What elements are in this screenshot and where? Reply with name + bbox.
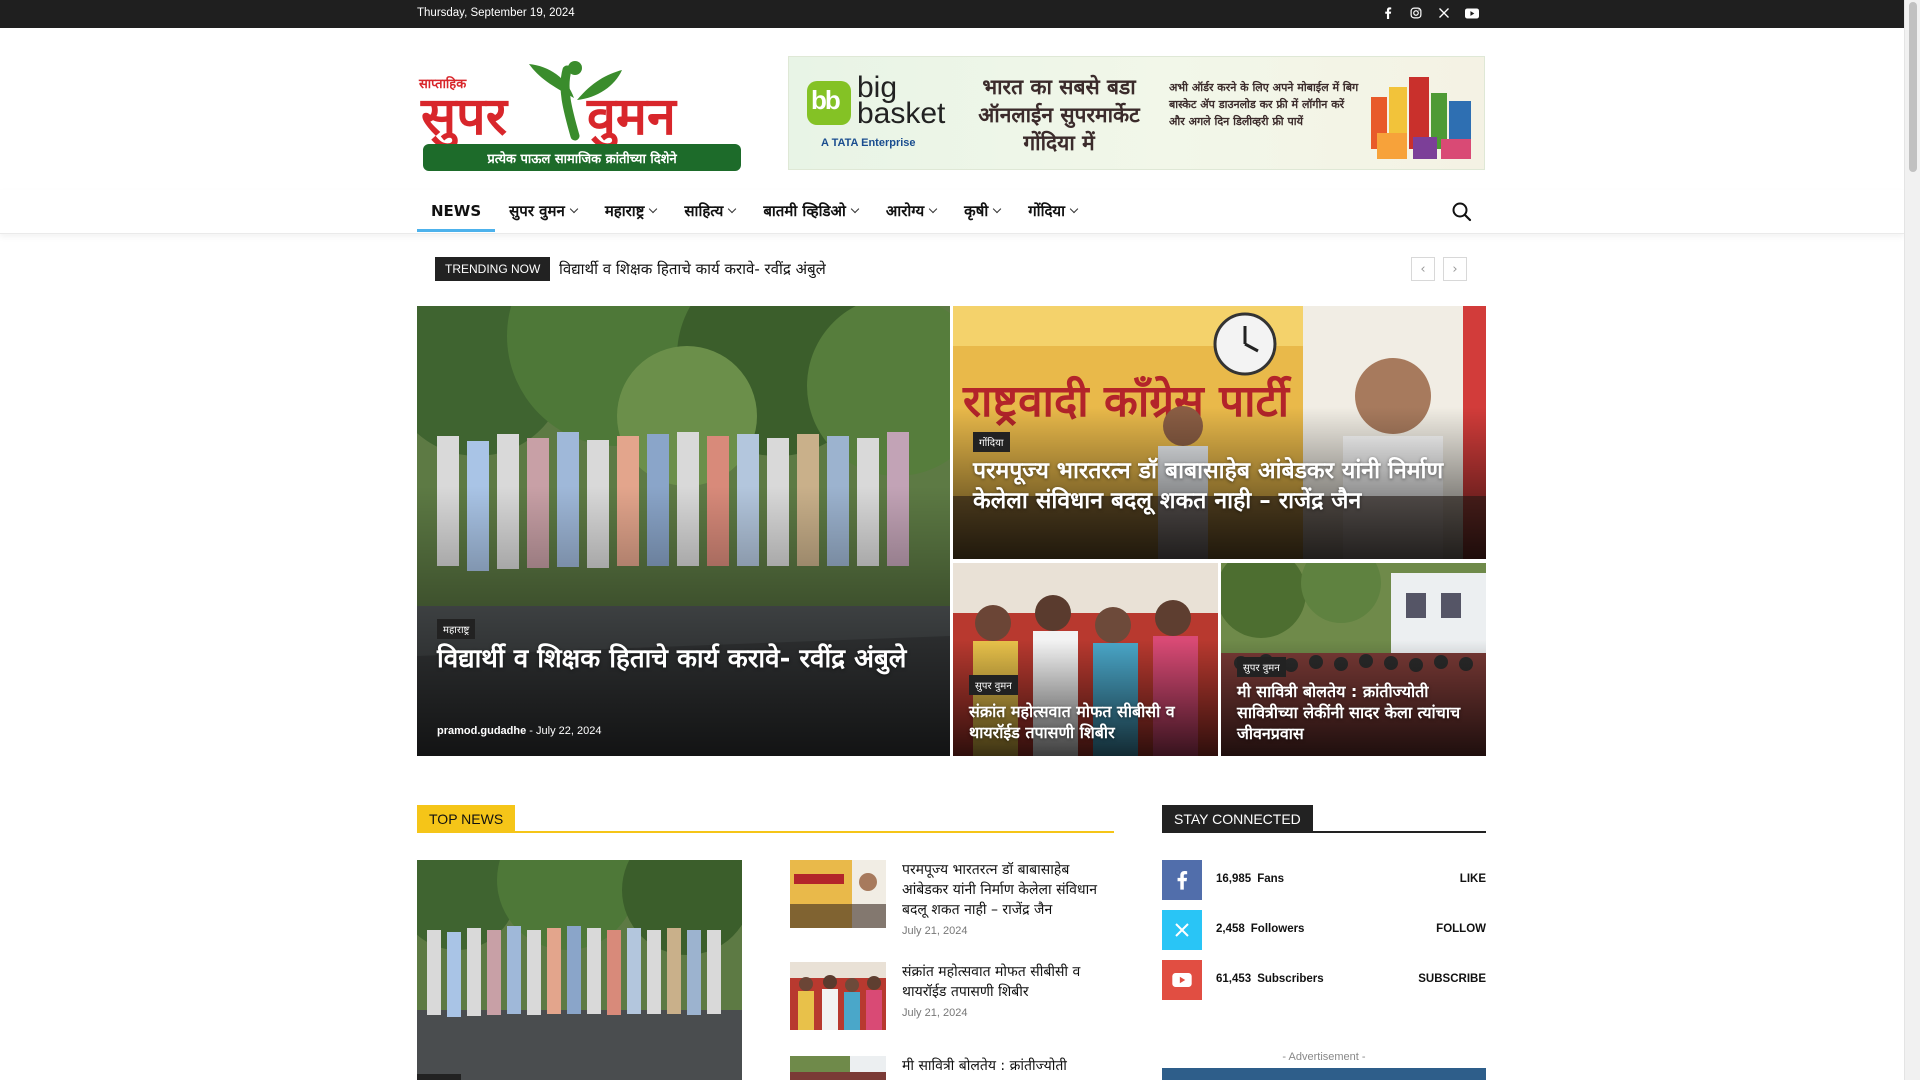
sidebar-ad[interactable] — [1162, 1068, 1486, 1080]
nav-item-agriculture[interactable]: कृषी — [950, 190, 1014, 232]
publish-date: July 22, 2024 — [536, 725, 602, 737]
article-date: July 21, 2024 — [902, 1007, 968, 1019]
bigbasket-logo-mark: bb — [807, 81, 851, 125]
social-row-youtube: 61,453 Subscribers SUBSCRIBE — [1162, 960, 1486, 1000]
chevron-down-icon — [728, 204, 737, 214]
image-overlay — [417, 486, 950, 756]
facebook-icon[interactable] — [1380, 5, 1396, 21]
article-thumbnail[interactable] — [790, 962, 886, 1030]
like-button[interactable]: LIKE — [1460, 873, 1486, 885]
social-row-facebook: 16,985 Fans LIKE — [1162, 860, 1486, 900]
featured-bottom-right-title[interactable]: मी सावित्री बोलतेय : क्रांतीज्योती सावित… — [1237, 681, 1477, 744]
x-count: 2,458 Followers — [1216, 923, 1305, 935]
logo-tagline: प्रत्येक पाऊल सामाजिक क्रांतीच्या दिशेने — [486, 151, 677, 167]
top-news-lead-photo — [417, 860, 742, 1080]
chevron-down-icon — [992, 204, 1002, 214]
advertisement-label: - Advertisement - — [1282, 1051, 1366, 1063]
nav-item-maharashtra[interactable]: महाराष्ट्र — [591, 190, 671, 232]
logo-word-left: सुपर — [420, 87, 509, 149]
x-icon[interactable] — [1436, 5, 1452, 21]
chevron-down-icon — [1069, 204, 1079, 214]
scrollbar-thumb[interactable] — [1909, 2, 1917, 172]
grocery-products-image — [1371, 77, 1471, 159]
article-title[interactable]: संक्रांत महोत्सवात मोफत सीबीसी व थायरॉईड… — [902, 962, 1114, 1002]
logo-word-right: वुमन — [586, 87, 678, 149]
featured-main-title[interactable]: विद्यार्थी व शिक्षक हिताचे कार्य करावे- … — [437, 642, 917, 676]
nav-item-gondia[interactable]: गोंदिया — [1014, 190, 1091, 232]
featured-main-article[interactable]: महाराष्ट्र विद्यार्थी व शिक्षक हिताचे का… — [417, 306, 950, 756]
youtube-icon[interactable] — [1162, 960, 1202, 1000]
stay-connected-title: STAY CONNECTED — [1162, 805, 1313, 833]
youtube-icon[interactable] — [1464, 5, 1480, 21]
facebook-icon[interactable] — [1162, 860, 1202, 900]
category-badge[interactable]: सुपर वुमन — [969, 675, 1018, 695]
article-title[interactable]: परमपूज्य भारतरत्न डॉ बाबासाहेब आंबेडकर य… — [902, 860, 1114, 920]
nav-menu: NEWS सुपर वुमन महाराष्ट्र साहित्य बातमी … — [417, 190, 1091, 232]
article-thumbnail[interactable] — [790, 860, 886, 928]
brand-subtitle: A TATA Enterprise — [821, 137, 916, 149]
list-item: संक्रांत महोत्सवात मोफत सीबीसी व थायरॉईड… — [790, 962, 1114, 1042]
nav-item-health[interactable]: आरोग्य — [872, 190, 950, 232]
chevron-down-icon — [928, 204, 938, 214]
youtube-count: 61,453 Subscribers — [1216, 973, 1324, 985]
header-ad-banner[interactable]: bb big basket A TATA Enterprise भारत का … — [788, 56, 1485, 170]
bigbasket-brand-name: big basket — [857, 71, 946, 130]
top-news-title: TOP NEWS — [417, 805, 516, 833]
follow-button[interactable]: FOLLOW — [1436, 923, 1486, 935]
top-bar: Thursday, September 19, 2024 — [0, 0, 1904, 28]
instagram-icon[interactable] — [1408, 5, 1424, 21]
trending-label: TRENDING NOW — [435, 257, 551, 281]
trending-prev-button[interactable]: ‹ — [1411, 257, 1435, 281]
article-thumbnail[interactable] — [790, 1056, 886, 1080]
featured-top-right-title[interactable]: परमपूज्य भारतरत्न डॉ बाबासाहेब आंबेडकर य… — [973, 456, 1453, 516]
current-date: Thursday, September 19, 2024 — [417, 7, 575, 19]
ad-subtext: अभी ऑर्डर करने के लिए अपने मोबाईल में बि… — [1169, 81, 1359, 128]
chevron-down-icon — [850, 204, 860, 214]
article-date: July 21, 2024 — [902, 925, 968, 937]
category-badge[interactable]: गोंदिया — [973, 432, 1010, 452]
trending-next-button[interactable]: › — [1443, 257, 1467, 281]
featured-bottom-left-title[interactable]: संक्रांत महोत्सवात मोफत सीबीसी व थायरॉईड… — [969, 701, 1209, 743]
page-scrollbar[interactable] — [1904, 0, 1920, 1080]
trending-headline[interactable]: विद्यार्थी व शिक्षक हिताचे कार्य करावे- … — [559, 259, 826, 279]
article-title[interactable]: मी सावित्री बोलतेय : क्रांतीज्योती — [902, 1056, 1114, 1076]
main-nav: NEWS सुपर वुमन महाराष्ट्र साहित्य बातमी … — [0, 190, 1904, 234]
list-item: मी सावित्री बोलतेय : क्रांतीज्योती — [790, 1056, 1114, 1080]
top-news-header: TOP NEWS — [417, 805, 1114, 833]
x-icon[interactable] — [1162, 910, 1202, 950]
ad-headline: भारत का सबसे बडा ऑनलाईन सुपरमार्केट गोंद… — [978, 75, 1140, 155]
featured-bottom-right-article[interactable]: सुपर वुमन मी सावित्री बोलतेय : क्रांतीज्… — [1221, 563, 1486, 756]
social-row-x: 2,458 Followers FOLLOW — [1162, 910, 1486, 950]
search-icon[interactable] — [1451, 201, 1473, 223]
category-badge[interactable]: सुपर वुमन — [1237, 657, 1286, 677]
stay-connected-header: STAY CONNECTED — [1162, 805, 1486, 833]
chevron-down-icon — [569, 204, 579, 214]
category-badge[interactable]: महाराष्ट्र — [437, 619, 476, 639]
nav-item-news[interactable]: NEWS — [417, 190, 496, 232]
featured-bottom-left-article[interactable]: सुपर वुमन संक्रांत महोत्सवात मोफत सीबीसी… — [953, 563, 1218, 756]
author-name[interactable]: pramod.gudadhe — [437, 725, 526, 737]
top-news-lead-image[interactable] — [417, 860, 742, 1080]
site-logo[interactable]: साप्ताहिक सुपर वुमन प्रत्येक पाऊल सामाजि… — [417, 58, 742, 173]
nav-item-super-woman[interactable]: सुपर वुमन — [495, 190, 591, 232]
featured-top-right-article[interactable]: राष्ट्रवादी काँग्रेस पार्टी गोंदिया परमप… — [953, 306, 1486, 559]
list-item: परमपूज्य भारतरत्न डॉ बाबासाहेब आंबेडकर य… — [790, 860, 1114, 950]
top-social-links — [1380, 5, 1480, 21]
featured-main-meta: pramod.gudadhe - July 22, 2024 — [437, 725, 602, 737]
facebook-count: 16,985 Fans — [1216, 873, 1285, 885]
chevron-down-icon — [649, 204, 658, 214]
subscribe-button[interactable]: SUBSCRIBE — [1418, 973, 1486, 985]
nav-item-sahitya[interactable]: साहित्य — [670, 190, 749, 232]
nav-item-news-video[interactable]: बातमी व्हिडिओ — [749, 190, 872, 232]
